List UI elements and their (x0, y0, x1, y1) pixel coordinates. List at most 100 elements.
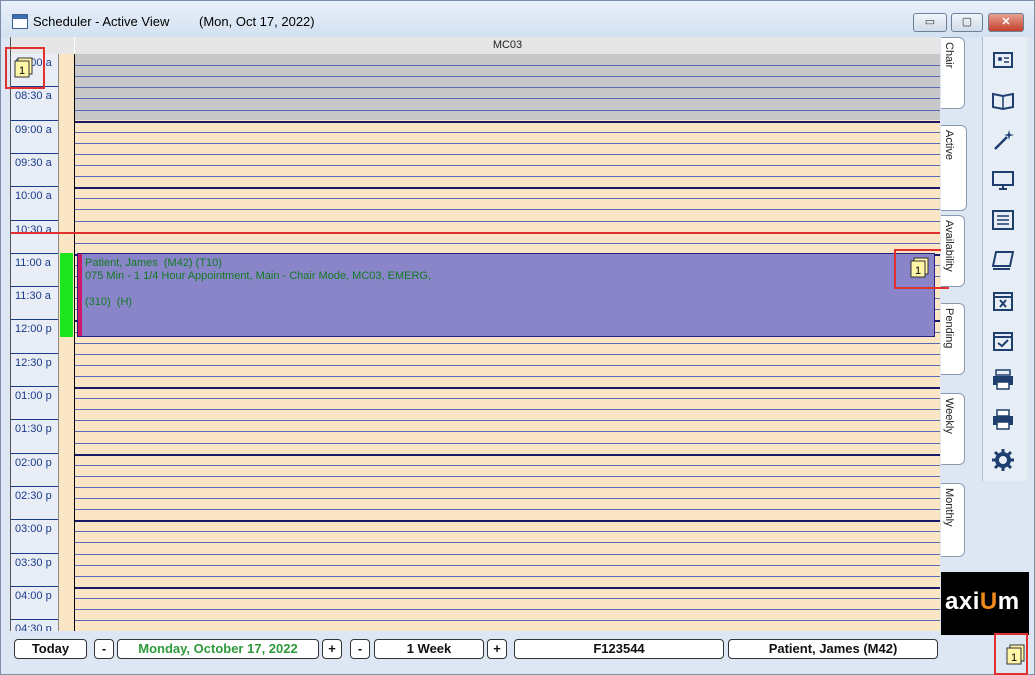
tab-weekly[interactable]: Weekly (941, 393, 965, 465)
magic-wand-icon[interactable] (990, 127, 1016, 153)
grid-line (75, 597, 940, 599)
tab-label: Chair (943, 42, 955, 69)
appointment-grid[interactable] (75, 54, 940, 631)
grid-line (75, 364, 940, 366)
time-divider (11, 619, 58, 621)
tab-label: Availability (943, 220, 955, 272)
highlight-box (5, 47, 45, 89)
tab-pending[interactable]: Pending (941, 303, 965, 375)
time-divider (11, 186, 58, 188)
tab-active[interactable]: Active (941, 125, 967, 211)
grid-line (75, 342, 940, 344)
printer-icon[interactable] (990, 407, 1016, 433)
list-icon[interactable] (990, 207, 1016, 233)
book-icon[interactable] (990, 87, 1016, 113)
time-divider (11, 119, 58, 121)
next-day-button[interactable]: + (322, 639, 342, 659)
grid-line (75, 387, 940, 389)
grid-line (75, 464, 940, 466)
tab-monthly[interactable]: Monthly (941, 483, 965, 557)
column-header-chair[interactable]: MC03 (75, 37, 940, 55)
bottom-bar: Today - Monday, October 17, 2022 + - 1 W… (10, 633, 939, 663)
grid-line (75, 398, 940, 400)
today-button[interactable]: Today (14, 639, 87, 659)
time-label: 09:30 a (15, 156, 52, 169)
current-time-line (11, 232, 940, 234)
appointment-details: 075 Min - 1 1/4 Hour Appointment, Main -… (85, 270, 432, 282)
grid-line (75, 131, 940, 133)
view-tabs: Chair Active Availability Pending Weekly Mont… (939, 37, 981, 631)
grid-line (75, 187, 940, 190)
grid-line (75, 242, 940, 244)
time-label: 09:00 a (15, 123, 52, 136)
time-label: 10:00 a (15, 190, 52, 203)
time-divider (11, 552, 58, 554)
layers-icon[interactable] (990, 247, 1016, 273)
time-label: 04:00 p (15, 589, 52, 602)
gear-icon[interactable] (990, 447, 1016, 473)
grid-line (75, 586, 940, 589)
time-divider (11, 286, 58, 288)
appointment-marker (78, 254, 82, 336)
time-divider (11, 419, 58, 421)
tab-availability[interactable]: Availability (941, 215, 965, 287)
patient-field[interactable]: Patient, James (M42) (728, 639, 938, 659)
grid-line (75, 165, 940, 166)
range-selector[interactable]: 1 Week (374, 639, 484, 659)
time-divider (11, 219, 58, 221)
chart-number-field[interactable]: F123544 (514, 639, 724, 659)
grid-line (75, 375, 940, 377)
next-range-button[interactable]: + (487, 639, 507, 659)
printer-queue-icon[interactable] (990, 367, 1016, 393)
previous-range-button[interactable]: - (350, 639, 370, 659)
calendar-check-icon[interactable] (990, 327, 1016, 353)
time-label: 02:00 p (15, 456, 52, 469)
time-label: 11:00 a (15, 256, 51, 269)
grid-line (75, 198, 940, 200)
calendar-x-icon[interactable] (990, 287, 1016, 313)
maximize-button[interactable]: ▢ (951, 13, 983, 32)
grid-line (75, 564, 940, 566)
monitor-icon[interactable] (990, 167, 1016, 193)
tab-label: Active (943, 130, 955, 160)
grid-line (75, 76, 940, 78)
grid-line (75, 420, 940, 422)
time-divider (11, 386, 58, 387)
minimize-button[interactable]: ▭ (913, 13, 947, 32)
brand-text: axiUm (945, 588, 1020, 615)
scheduler-window: Scheduler - Active View (Mon, Oct 17, 20… (0, 0, 1035, 675)
grid-line (75, 176, 940, 178)
time-label: 08:30 a (15, 90, 52, 103)
previous-day-button[interactable]: - (94, 639, 114, 659)
time-label: 01:30 p (15, 423, 52, 436)
grid-line (75, 120, 940, 123)
window-title: Scheduler - Active View (33, 14, 170, 29)
appointment-phone: (310) (H) (85, 296, 133, 308)
contact-card-icon[interactable] (990, 47, 1016, 73)
date-selector[interactable]: Monday, October 17, 2022 (117, 639, 319, 659)
time-divider (11, 585, 58, 587)
time-label: 03:00 p (15, 523, 52, 536)
title-bar[interactable]: Scheduler - Active View (Mon, Oct 17, 20… (1, 1, 1034, 37)
grid-line (75, 453, 940, 456)
tab-label: Pending (943, 308, 955, 349)
grid-line (75, 142, 940, 144)
grid-line (75, 409, 940, 411)
grid-line (75, 509, 940, 511)
calendar-app-icon (12, 14, 28, 29)
time-divider (11, 352, 58, 354)
time-label: 12:30 p (15, 356, 52, 369)
schedule-grid[interactable]: MC03 08:00 a 08:30 a 09:00 a 09:30 a 10:00 a… (10, 37, 940, 631)
appointment-block[interactable]: Patient, James (M42) (T10) 075 Min - 1 1… (77, 253, 935, 337)
appointment-patient: Patient, James (M42) (T10) (85, 257, 222, 269)
time-divider (11, 485, 58, 487)
right-toolbar (982, 37, 1027, 481)
grid-line (75, 353, 940, 355)
time-label: 02:30 p (15, 489, 52, 502)
grid-line (75, 65, 940, 67)
grid-line (75, 520, 940, 523)
time-divider (11, 152, 58, 154)
close-button[interactable]: ✕ (988, 13, 1024, 32)
time-label: 04:30 p (15, 623, 52, 631)
tab-chair[interactable]: Chair (941, 37, 965, 109)
